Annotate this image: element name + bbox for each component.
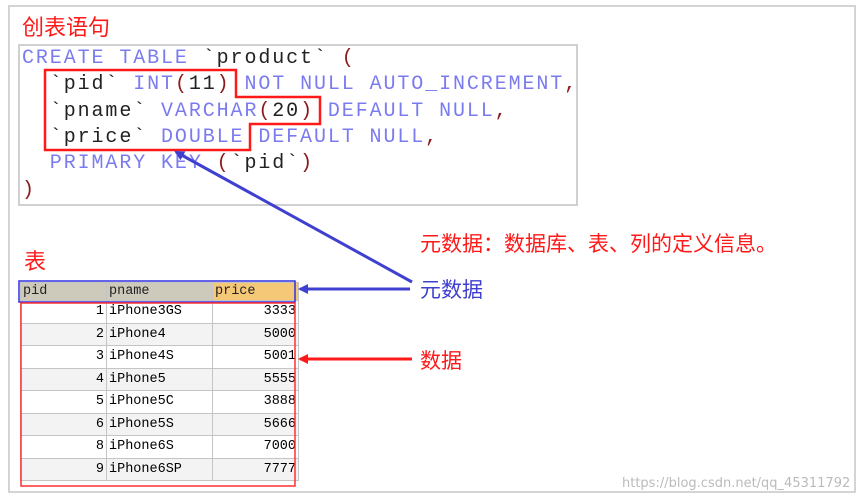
table-cell: 3333 — [212, 300, 299, 324]
data-label: 数据 — [420, 349, 462, 373]
code-token: ) — [300, 152, 314, 176]
code-token: ( — [327, 47, 356, 70]
watermark: https://blog.csdn.net/qq_45311792 — [622, 476, 851, 491]
data-table: pid pname price 1 iPhone3GS 3333 2 iPhone4 5000… — [20, 282, 299, 481]
code-token: NOT NULL AUTO_INCREMENT — [230, 73, 565, 97]
table-cell: iPhone5 — [106, 367, 213, 391]
code-token: DOUBLE DEFAULT NULL — [161, 125, 426, 149]
table-row[interactable]: 2 iPhone4 5000 — [20, 322, 299, 346]
table-cell: 5555 — [212, 367, 299, 391]
table-cell: 7777 — [212, 457, 299, 481]
code-token: , — [494, 99, 509, 123]
table-cell: iPhone6S — [106, 435, 213, 459]
code-token: 20 — [272, 99, 301, 123]
table-header-row: pid pname price — [20, 282, 299, 301]
code-token: INT — [133, 73, 175, 97]
code-token: `pname` — [22, 99, 162, 123]
table-heading: 表 — [24, 250, 47, 275]
table-cell: 5666 — [212, 412, 299, 436]
diagram: 创表语句 CREATE TABLE `product` ( `pid` INT(… — [0, 0, 868, 502]
code-line: `pid` INT(11) NOT NULL AUTO_INCREMENT, — [22, 72, 578, 98]
code-line: CREATE TABLE `product` ( — [22, 46, 356, 72]
code-token: ) — [300, 99, 314, 123]
code-token: , — [564, 73, 579, 97]
create-statement-heading: 创表语句 — [22, 16, 111, 41]
code-token: ) — [22, 178, 36, 202]
code-line: `price` DOUBLE DEFAULT NULL, — [22, 125, 439, 151]
table-cell: 7000 — [212, 435, 299, 459]
code-token: ( — [258, 99, 273, 123]
table-cell: 9 — [20, 457, 107, 481]
code-token: PRIMARY KEY — [22, 152, 217, 176]
column-header-price[interactable]: price — [212, 282, 299, 301]
table-cell: iPhone4S — [106, 345, 213, 369]
code-token: ( — [216, 152, 231, 176]
table-row[interactable]: 1 iPhone3GS 3333 — [20, 300, 299, 324]
metadata-label: 元数据 — [420, 278, 483, 302]
metadata-definition-note: 元数据：数据库、表、列的定义信息。 — [420, 232, 777, 256]
column-header-pid[interactable]: pid — [20, 282, 107, 301]
code-token: `pid` — [22, 73, 134, 97]
table-cell: iPhone3GS — [106, 300, 213, 324]
table-row[interactable]: 9 iPhone6SP 7777 — [20, 457, 299, 481]
code-token: `price` — [22, 125, 162, 149]
table-cell: 3888 — [212, 390, 299, 414]
table-cell: 5 — [20, 390, 107, 414]
table-cell: 5000 — [212, 322, 299, 346]
table-cell: iPhone5S — [106, 412, 213, 436]
table-row[interactable]: 5 iPhone5C 3888 — [20, 390, 299, 414]
code-token: DEFAULT NULL — [313, 99, 495, 123]
table-cell: 3 — [20, 345, 107, 369]
table-row[interactable]: 3 iPhone4S 5001 — [20, 345, 299, 369]
code-token: ) — [216, 73, 231, 97]
table-cell: 4 — [20, 367, 107, 391]
table-cell: 6 — [20, 412, 107, 436]
table-cell: 2 — [20, 322, 107, 346]
table-cell: iPhone4 — [106, 322, 213, 346]
code-token: ( — [174, 73, 189, 97]
code-line: PRIMARY KEY (`pid`) — [22, 151, 314, 177]
code-token: CREATE TABLE — [22, 47, 203, 70]
table-cell: 8 — [20, 435, 107, 459]
code-token: , — [425, 125, 440, 149]
code-token: `product` — [202, 47, 328, 70]
code-token: `pid` — [230, 152, 301, 176]
code-line: ) — [22, 178, 36, 204]
code-token: VARCHAR — [161, 99, 259, 123]
table-cell: 1 — [20, 300, 107, 324]
table-row[interactable]: 6 iPhone5S 5666 — [20, 412, 299, 436]
table-cell: iPhone5C — [106, 390, 213, 414]
code-line: `pname` VARCHAR(20) DEFAULT NULL, — [22, 99, 509, 125]
table-row[interactable]: 4 iPhone5 5555 — [20, 367, 299, 391]
table-cell: iPhone6SP — [106, 457, 213, 481]
code-token: 11 — [188, 73, 217, 97]
column-header-pname[interactable]: pname — [106, 282, 213, 301]
table-row[interactable]: 8 iPhone6S 7000 — [20, 435, 299, 459]
table-cell: 5001 — [212, 345, 299, 369]
